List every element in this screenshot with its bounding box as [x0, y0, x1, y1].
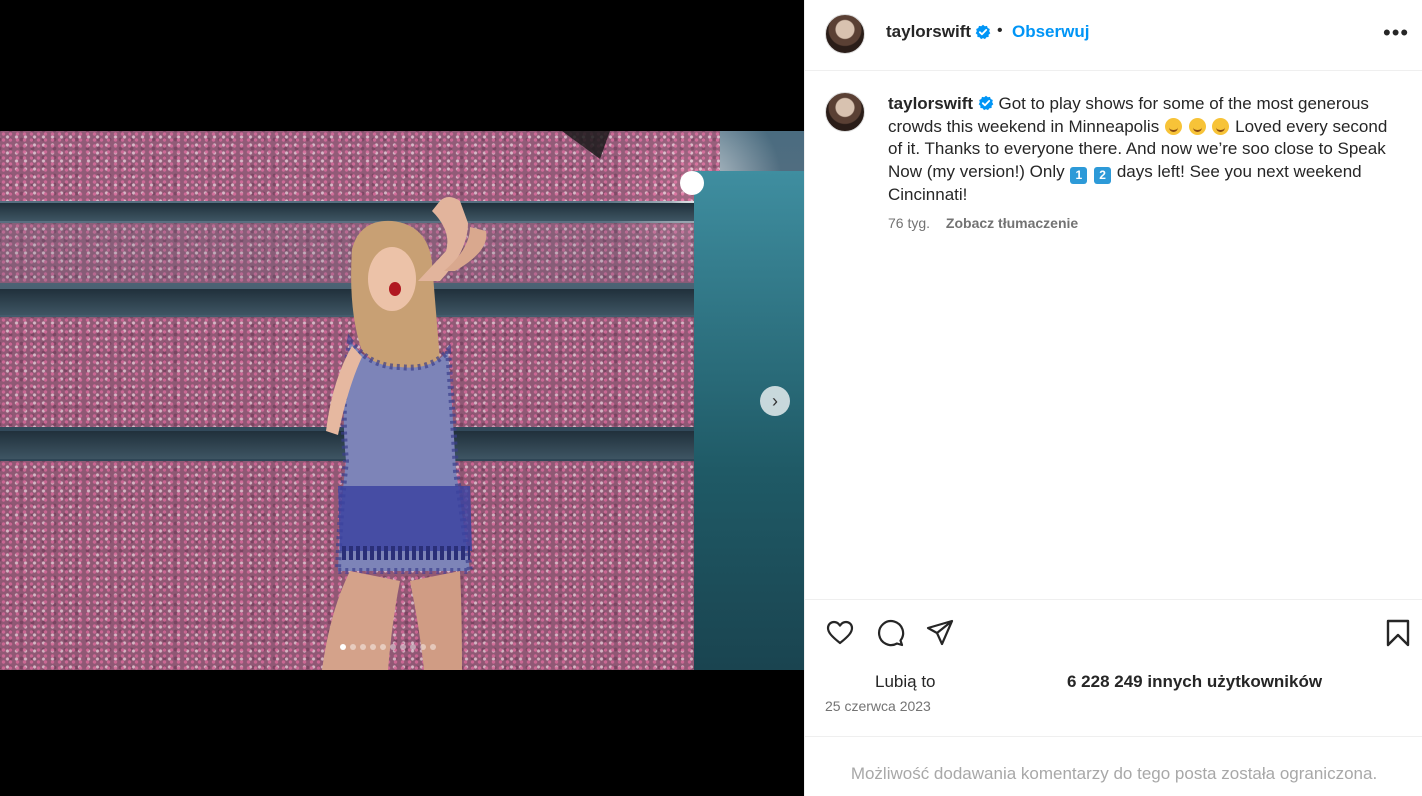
- caption-author[interactable]: taylorswift: [888, 94, 973, 113]
- keycap-one-emoji-icon: 1: [1070, 166, 1088, 184]
- bookmark-icon[interactable]: [1383, 618, 1413, 648]
- carousel-dot[interactable]: [420, 644, 426, 650]
- see-translation-link[interactable]: Zobacz tłumaczenie: [946, 215, 1078, 231]
- smiling-face-emoji-icon: [1164, 117, 1182, 135]
- paper-plane-icon[interactable]: [925, 618, 955, 648]
- likes-label[interactable]: Lubią to: [875, 672, 936, 692]
- carousel-dot[interactable]: [400, 644, 406, 650]
- post-photo[interactable]: [0, 131, 804, 670]
- header-separator: •: [997, 22, 1003, 39]
- author-avatar[interactable]: [825, 14, 865, 54]
- post-side-panel: taylorswift • Obserwuj ••• taylorswift G…: [804, 0, 1422, 796]
- chevron-right-icon: ›: [772, 391, 778, 411]
- author-username[interactable]: taylorswift: [886, 22, 971, 42]
- smiling-face-emoji-icon: [1188, 117, 1206, 135]
- carousel-dot[interactable]: [390, 644, 396, 650]
- carousel-dot[interactable]: [380, 644, 386, 650]
- more-options-icon[interactable]: •••: [1383, 22, 1409, 44]
- post-header: taylorswift • Obserwuj •••: [805, 0, 1422, 71]
- likes-count[interactable]: 6 228 249 innych użytkowników: [1067, 672, 1322, 692]
- comment-footer: Możliwość dodawania komentarzy do tego p…: [805, 736, 1422, 796]
- carousel-dot[interactable]: [410, 644, 416, 650]
- next-image-button[interactable]: ›: [760, 386, 790, 416]
- smiling-face-emoji-icon: [1212, 117, 1230, 135]
- post-date[interactable]: 25 czerwca 2023: [825, 698, 931, 714]
- follow-button[interactable]: Obserwuj: [1012, 22, 1089, 42]
- carousel-dot[interactable]: [350, 644, 356, 650]
- caption-meta: 76 tyg. Zobacz tłumaczenie: [888, 215, 1078, 231]
- heart-icon[interactable]: [825, 618, 855, 648]
- performer-figure: [322, 131, 704, 670]
- media-pane: ›: [0, 0, 804, 796]
- author-avatar[interactable]: [825, 92, 865, 132]
- keycap-two-emoji-icon: 2: [1094, 166, 1112, 184]
- post-actions: Lubią to 6 228 249 innych użytkowników 2…: [805, 599, 1422, 736]
- post-caption: taylorswift Got to play shows for some o…: [888, 93, 1398, 206]
- verified-badge-icon: [978, 95, 994, 111]
- verified-badge-icon: [975, 24, 991, 40]
- carousel-dot[interactable]: [360, 644, 366, 650]
- comment-icon[interactable]: [875, 618, 905, 648]
- carousel-indicator: [340, 644, 436, 650]
- carousel-dot[interactable]: [340, 644, 346, 650]
- carousel-dot[interactable]: [370, 644, 376, 650]
- comments-limited-notice: Możliwość dodawania komentarzy do tego p…: [850, 764, 1378, 783]
- post-time-ago[interactable]: 76 tyg.: [888, 215, 930, 231]
- carousel-dot[interactable]: [430, 644, 436, 650]
